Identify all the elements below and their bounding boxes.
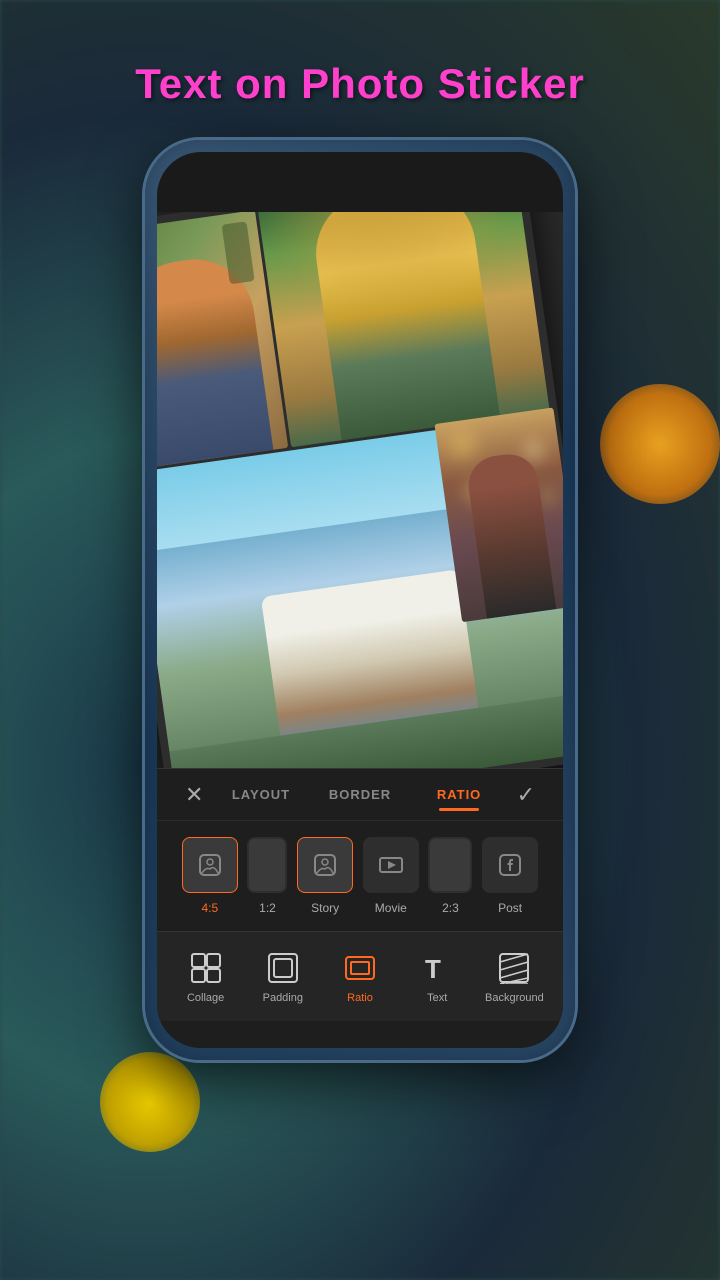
ratio-icon-post — [482, 837, 538, 893]
ratio-label-4-5: 4:5 — [201, 901, 218, 915]
ratio-nav-icon — [342, 950, 378, 986]
ratio-icon-2-3 — [428, 837, 472, 893]
bg-yellow-blob — [100, 1052, 200, 1152]
tab-layout[interactable]: LAYOUT — [211, 779, 310, 810]
collage-card — [157, 212, 563, 820]
photo-cell-2 — [258, 212, 550, 447]
nav-ratio-label: Ratio — [347, 992, 373, 1004]
nav-background[interactable]: Background — [476, 950, 553, 1004]
ratio-item-4-5[interactable]: 4:5 — [182, 837, 238, 915]
phone-notch — [300, 152, 420, 180]
nav-padding-label: Padding — [263, 992, 303, 1004]
ratio-item-1-2[interactable]: 1:2 — [247, 837, 287, 915]
ratio-icon-1-2 — [247, 837, 287, 893]
nav-text[interactable]: T Text — [399, 950, 476, 1004]
ratio-item-post[interactable]: Post — [482, 837, 538, 915]
ratio-item-movie[interactable]: Movie — [363, 837, 419, 915]
background-icon — [496, 950, 532, 986]
ratio-options-container: 4:5 1:2 — [157, 821, 563, 931]
ratio-label-story: Story — [311, 901, 339, 915]
ratio-label-post: Post — [498, 901, 522, 915]
ratio-item-2-3[interactable]: 2:3 — [428, 837, 472, 915]
ratio-label-movie: Movie — [375, 901, 407, 915]
tab-border[interactable]: BORDER — [310, 779, 409, 810]
collage-icon — [188, 950, 224, 986]
toolbar-area: ✕ LAYOUT BORDER RATIO ✓ — [157, 768, 563, 1048]
ratio-icon-movie — [363, 837, 419, 893]
check-button[interactable]: ✓ — [509, 774, 543, 816]
svg-text:T: T — [425, 954, 441, 984]
collage-display-area — [157, 212, 563, 832]
bg-orange-blob — [600, 384, 720, 504]
phone-frame: ✕ LAYOUT BORDER RATIO ✓ — [145, 140, 575, 1060]
tab-bar: ✕ LAYOUT BORDER RATIO ✓ — [157, 769, 563, 821]
ratio-icon-story — [297, 837, 353, 893]
close-button[interactable]: ✕ — [177, 774, 211, 816]
ratio-icon-4-5 — [182, 837, 238, 893]
ratio-label-1-2: 1:2 — [259, 901, 276, 915]
bottom-nav: Collage Padding — [157, 931, 563, 1021]
nav-padding[interactable]: Padding — [244, 950, 321, 1004]
nav-collage[interactable]: Collage — [167, 950, 244, 1004]
nav-collage-label: Collage — [187, 992, 224, 1004]
tab-ratio[interactable]: RATIO — [410, 779, 509, 810]
nav-background-label: Background — [485, 992, 544, 1004]
ratio-label-2-3: 2:3 — [442, 901, 459, 915]
app-title: Text on Photo Sticker — [0, 60, 720, 108]
text-icon: T — [419, 950, 455, 986]
nav-text-label: Text — [427, 992, 447, 1004]
phone-screen: ✕ LAYOUT BORDER RATIO ✓ — [157, 152, 563, 1048]
nav-ratio[interactable]: Ratio — [321, 950, 398, 1004]
ratio-item-story[interactable]: Story — [297, 837, 353, 915]
padding-icon — [265, 950, 301, 986]
